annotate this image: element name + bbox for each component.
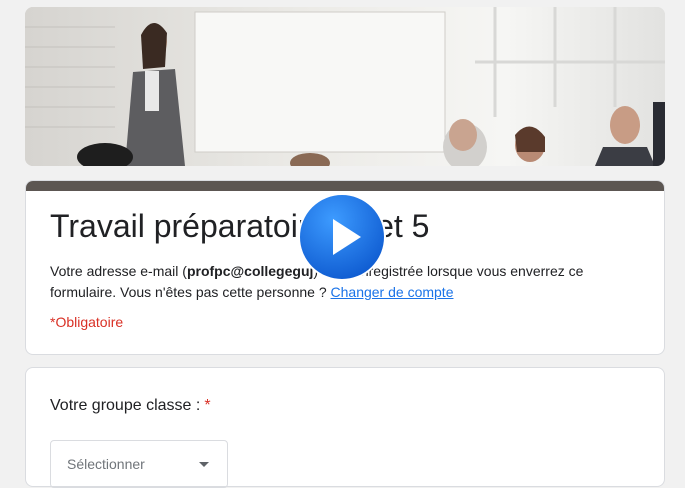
required-note: *Obligatoire: [50, 314, 124, 330]
user-email: profpc@collegeguj: [186, 263, 314, 279]
header-banner-image: [25, 7, 665, 166]
email-notice-prefix: Votre adresse e-mail (: [50, 263, 187, 279]
play-video-button[interactable]: [297, 192, 387, 282]
chevron-down-icon: [199, 462, 209, 467]
change-account-link[interactable]: Changer de compte: [331, 284, 454, 300]
header-accent-bar: [26, 181, 664, 191]
question-label: Votre groupe classe : *: [50, 397, 211, 415]
play-icon: [298, 193, 386, 281]
group-class-dropdown[interactable]: Sélectionner: [50, 440, 228, 488]
required-asterisk: *: [204, 397, 211, 414]
question-card: Votre groupe classe : * Sélectionner: [25, 367, 665, 488]
question-text: Votre groupe classe :: [50, 397, 201, 414]
dropdown-placeholder: Sélectionner: [67, 456, 145, 472]
